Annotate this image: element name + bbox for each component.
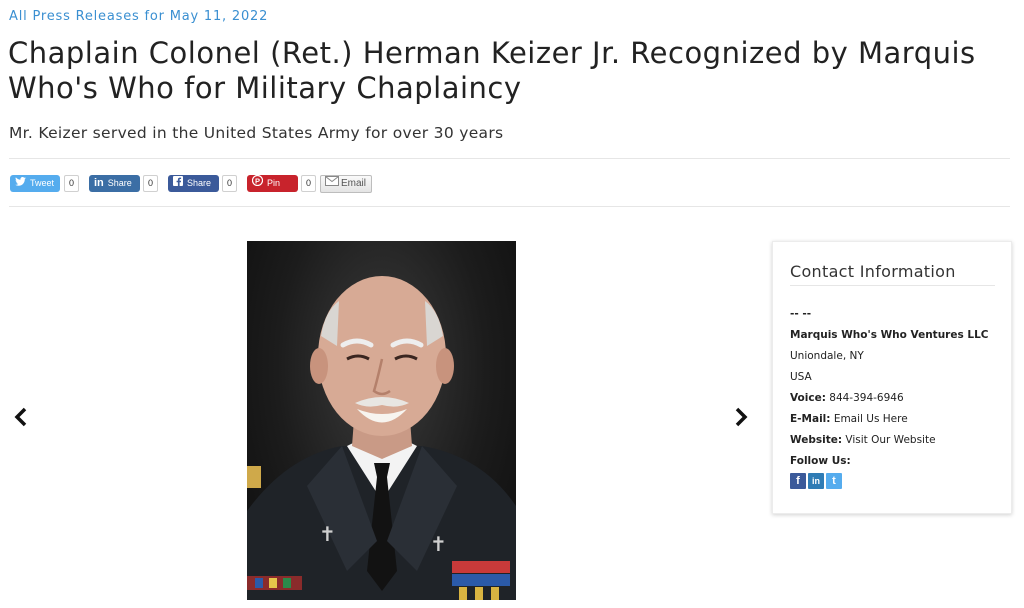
press-photo: ✝ ✝	[247, 241, 516, 600]
follow-us-label: Follow Us:	[790, 455, 851, 467]
twitter-bird-icon	[15, 175, 26, 192]
tweet-count: 0	[64, 175, 79, 192]
email-share-label: Email	[341, 178, 367, 189]
page-title: Chaplain Colonel (Ret.) Herman Keizer Jr…	[8, 36, 976, 105]
svg-text:✝: ✝	[319, 522, 336, 546]
facebook-icon	[173, 175, 183, 192]
linkedin-icon: in	[94, 177, 104, 189]
gallery-next-button[interactable]	[731, 402, 751, 432]
linkedin-share-button[interactable]: in Share	[89, 175, 140, 192]
tweet-button[interactable]: Tweet	[10, 175, 60, 192]
linkedin-icon[interactable]: in	[808, 473, 824, 489]
chevron-left-icon	[14, 407, 27, 427]
website-label: Website:	[790, 434, 843, 446]
contact-website: Website: Visit Our Website	[790, 434, 936, 446]
twitter-icon[interactable]: t	[826, 473, 842, 489]
contact-dashes: -- --	[790, 308, 812, 320]
pinterest-pin-label: Pin	[267, 178, 281, 188]
contact-country: USA	[790, 371, 812, 383]
divider	[790, 285, 995, 286]
website-link[interactable]: Visit Our Website	[845, 434, 935, 446]
gallery-prev-button[interactable]	[11, 402, 31, 432]
linkedin-share-label: Share	[107, 178, 132, 188]
contact-voice: Voice: 844-394-6946	[790, 392, 904, 404]
email-link[interactable]: Email Us Here	[834, 413, 908, 425]
facebook-share-count: 0	[222, 175, 237, 192]
envelope-icon	[325, 176, 339, 192]
pinterest-pin-button[interactable]: P Pin	[247, 174, 298, 192]
pinterest-icon: P	[251, 174, 264, 192]
svg-text:✝: ✝	[430, 532, 447, 556]
contact-card: Contact Information -- -- Marquis Who's …	[772, 241, 1012, 514]
contact-company: Marquis Who's Who Ventures LLC	[790, 329, 989, 341]
svg-text:P: P	[255, 176, 260, 185]
voice-label: Voice:	[790, 392, 826, 404]
page-subtitle: Mr. Keizer served in the United States A…	[9, 124, 504, 142]
voice-value: 844-394-6946	[829, 392, 904, 404]
chevron-right-icon	[735, 407, 748, 427]
follow-icons: f in t	[790, 473, 842, 489]
divider	[9, 206, 1010, 207]
linkedin-share-count: 0	[143, 175, 158, 192]
pinterest-pin-count: 0	[301, 175, 316, 192]
email-label: E-Mail:	[790, 413, 831, 425]
email-share-button[interactable]: Email	[320, 175, 372, 193]
contact-city: Uniondale, NY	[790, 350, 864, 362]
contact-email: E-Mail: Email Us Here	[790, 413, 908, 425]
breadcrumb-link[interactable]: All Press Releases for May 11, 2022	[9, 9, 268, 24]
facebook-icon[interactable]: f	[790, 473, 806, 489]
facebook-share-button[interactable]: Share	[168, 175, 219, 192]
divider	[9, 158, 1010, 159]
tweet-label: Tweet	[30, 178, 55, 188]
facebook-share-label: Share	[187, 178, 212, 188]
contact-heading: Contact Information	[790, 262, 956, 281]
